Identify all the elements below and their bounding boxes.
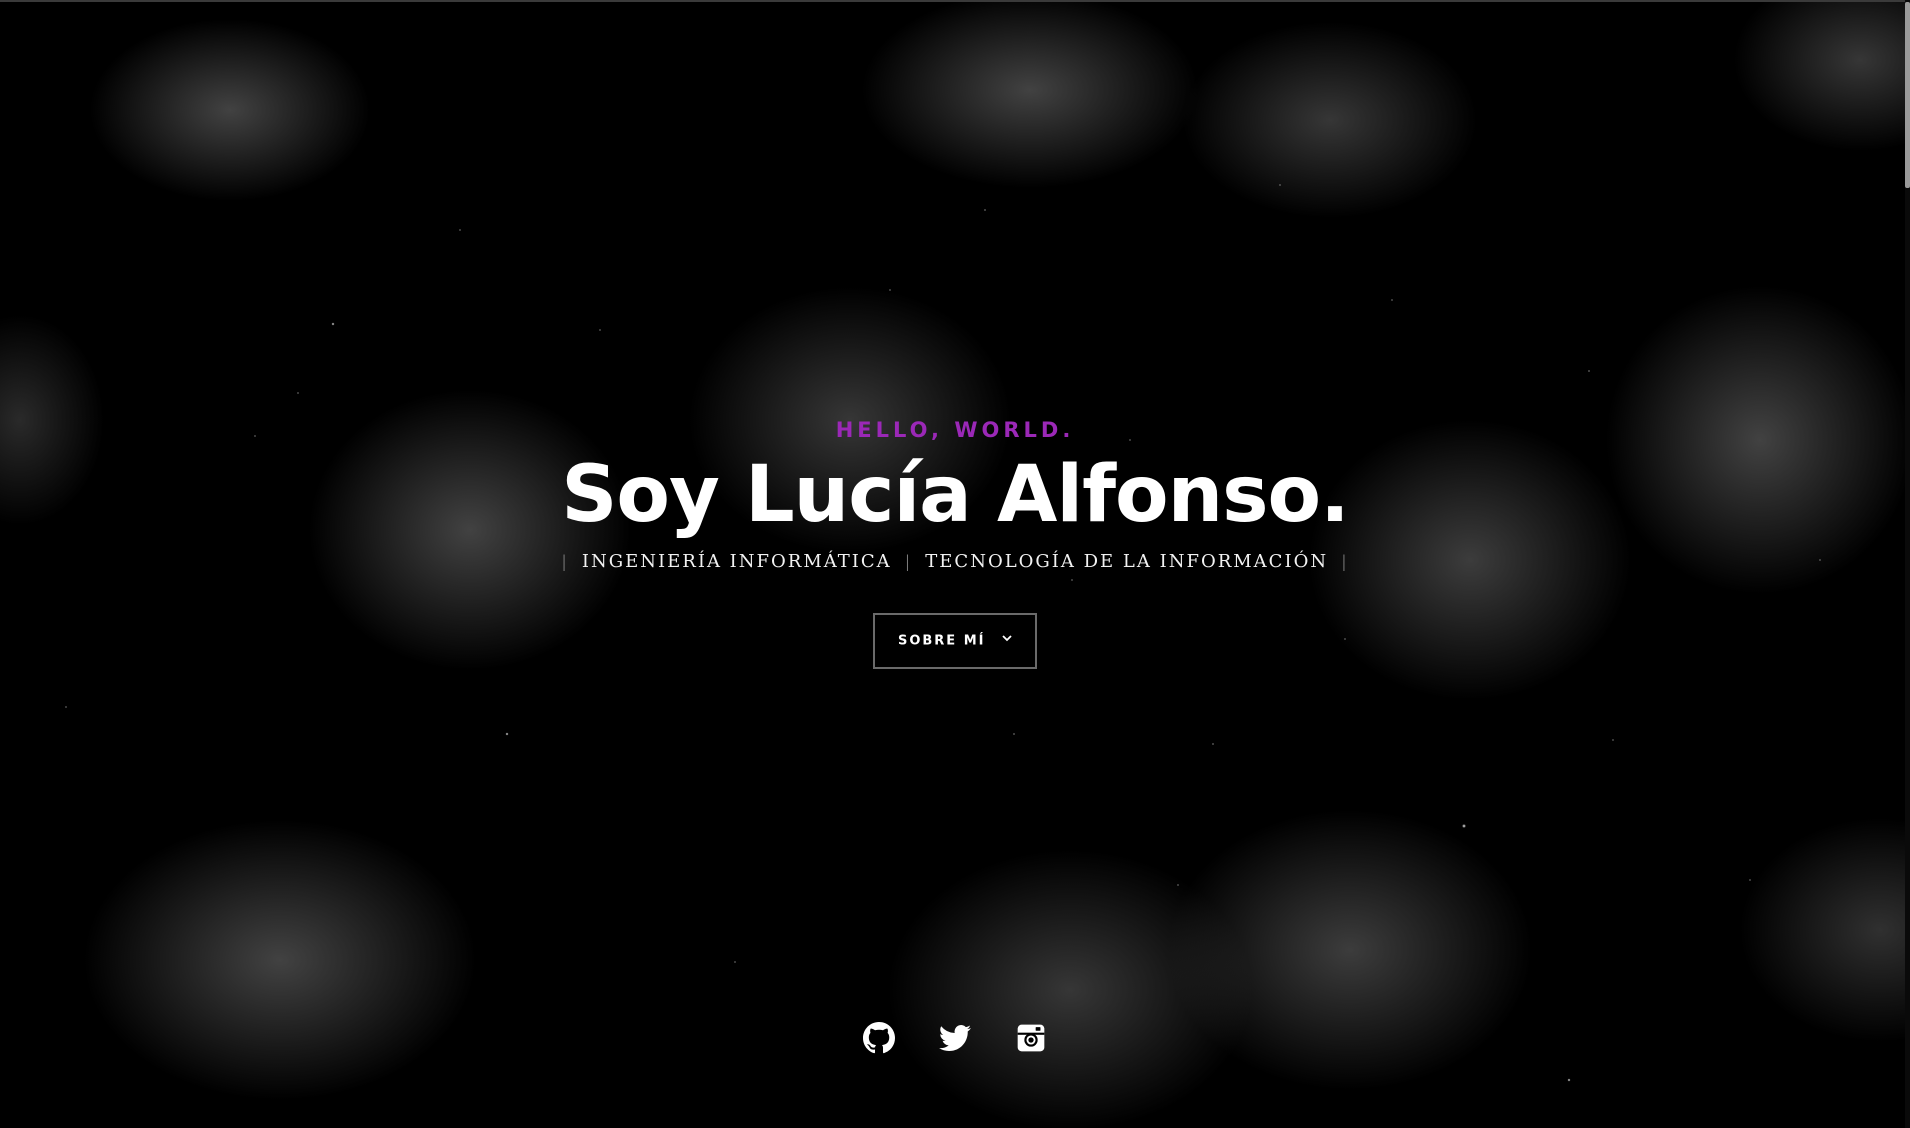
hero-tags: | INGENIERÍA INFORMÁTICA | TECNOLOGÍA DE LA…	[0, 548, 1910, 575]
scrollbar[interactable]	[1905, 0, 1910, 1128]
chevron-down-icon	[1002, 613, 1012, 665]
twitter-icon	[939, 1022, 971, 1054]
twitter-link[interactable]	[939, 1022, 971, 1054]
hero-title: Soy Lucía Alfonso.	[561, 450, 1350, 540]
page: HELLO, WORLD. Soy Lucía Alfonso. | INGENI…	[0, 0, 1910, 1128]
tag-tecnologia: TECNOLOGÍA DE LA INFORMACIÓN	[925, 551, 1329, 572]
tag-ingenieria: INGENIERÍA INFORMÁTICA	[581, 551, 892, 572]
instagram-link[interactable]	[1015, 1022, 1047, 1054]
tag-separator: |	[1342, 551, 1348, 571]
sobre-mi-button[interactable]: SOBRE MÍ	[873, 613, 1037, 669]
intro-text: HELLO, WORLD.	[835, 418, 1075, 442]
tag-separator: |	[562, 551, 568, 571]
instagram-icon	[1015, 1022, 1047, 1054]
github-icon	[863, 1022, 895, 1054]
tag-separator: |	[905, 551, 912, 571]
scrollbar-thumb[interactable]	[1905, 2, 1910, 188]
hero-section: HELLO, WORLD. Soy Lucía Alfonso. | INGENI…	[0, 410, 1910, 669]
github-link[interactable]	[863, 1022, 895, 1054]
social-links	[0, 1022, 1910, 1059]
top-border	[0, 0, 1910, 2]
sobre-mi-label: SOBRE MÍ	[897, 633, 986, 649]
